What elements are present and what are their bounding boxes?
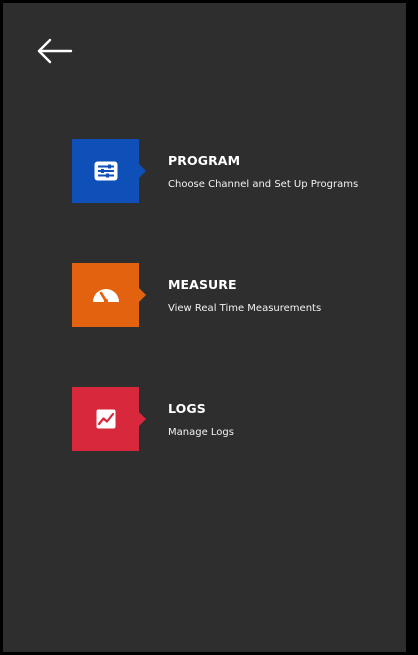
menu-item-description: Choose Channel and Set Up Programs (168, 179, 359, 190)
gauge-icon (92, 289, 119, 303)
arrow-left-icon (37, 38, 73, 64)
menu-item-measure[interactable]: MEASURE View Real Time Measurements (72, 263, 392, 327)
device-screen: PROGRAM Choose Channel and Set Up Progra… (0, 0, 418, 655)
program-tile[interactable] (72, 139, 146, 203)
logs-tile[interactable] (72, 387, 146, 451)
menu-item-title: PROGRAM (168, 153, 241, 168)
menu-item-description: Manage Logs (168, 427, 234, 438)
measure-tile[interactable] (72, 263, 146, 327)
menu-item-title: MEASURE (168, 277, 237, 292)
menu-item-logs[interactable]: LOGS Manage Logs (72, 387, 392, 451)
menu-item-title: LOGS (168, 401, 206, 416)
menu-item-description: View Real Time Measurements (168, 303, 322, 314)
menu-item-program[interactable]: PROGRAM Choose Channel and Set Up Progra… (72, 139, 392, 203)
trend-chart-icon (96, 409, 115, 429)
list-settings-icon (94, 161, 117, 181)
back-button[interactable] (33, 35, 75, 67)
